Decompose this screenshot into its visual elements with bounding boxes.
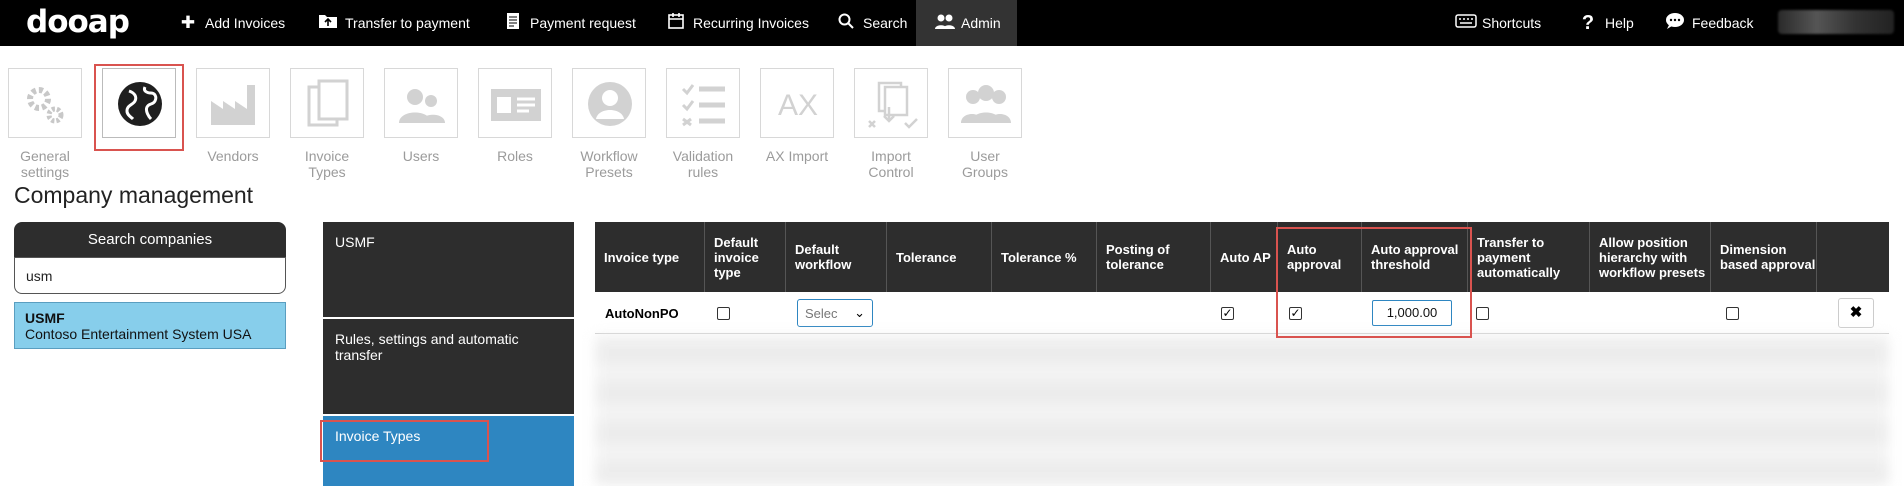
col-tolerance-pct[interactable]: Tolerance %	[992, 222, 1097, 292]
page-title: Company management	[14, 182, 254, 208]
tile-label-user-groups[interactable]: User Groups	[940, 148, 1030, 180]
tile-roles[interactable]	[478, 68, 552, 138]
user-account-blurred[interactable]	[1778, 10, 1894, 34]
tile-label-ax-import[interactable]: AX Import	[752, 148, 842, 164]
auto-ap-checkbox[interactable]: ✓	[1221, 292, 1234, 334]
tile-workflow-presets[interactable]	[572, 68, 646, 138]
highlight-invoice-types	[320, 420, 489, 462]
question-icon: ?	[1581, 11, 1595, 34]
highlight-auto-approval-columns	[1276, 227, 1472, 338]
blurred-table-rows	[595, 335, 1889, 486]
recurring-invoices-link[interactable]: Recurring Invoices	[666, 0, 809, 46]
user-group-icon	[961, 85, 1011, 123]
user-circle-icon	[588, 82, 632, 126]
dimension-based-approval-checkbox[interactable]	[1726, 292, 1739, 334]
tile-validation-rules[interactable]	[666, 68, 740, 138]
admin-link[interactable]: Admin	[916, 0, 1017, 46]
close-icon: ✖	[1838, 298, 1874, 328]
menu-item-rules-settings[interactable]: Rules, settings and automatic transfer	[323, 319, 574, 414]
default-invoice-type-checkbox[interactable]	[717, 292, 730, 334]
transfer-to-payment-checkbox[interactable]	[1476, 292, 1489, 334]
col-invoice-type[interactable]: Invoice type	[595, 222, 705, 292]
keyboard-icon	[1455, 13, 1477, 33]
tile-label-invoice-types[interactable]: Invoice Types	[282, 148, 372, 180]
tile-label-vendors[interactable]: Vendors	[188, 148, 278, 164]
gears-icon	[27, 87, 64, 124]
delete-row-button[interactable]: ✖	[1838, 292, 1874, 334]
tile-label-validation-rules[interactable]: Validation rules	[658, 148, 748, 180]
tile-vendors[interactable]	[196, 68, 270, 138]
folder-upload-icon	[318, 13, 338, 34]
document-icon	[503, 12, 523, 35]
col-allow-position-hierarchy[interactable]: Allow position hierarchy with workflow p…	[1590, 222, 1711, 292]
tile-invoice-types[interactable]	[290, 68, 364, 138]
tile-ax-import[interactable]: AX	[760, 68, 834, 138]
add-invoices-link[interactable]: ✚ Add Invoices	[178, 0, 285, 46]
feedback-link[interactable]: Feedback	[1665, 0, 1753, 46]
tile-general-settings[interactable]	[8, 68, 82, 138]
invoice-types-table-header: Invoice type Default invoice type Defaul…	[595, 222, 1889, 292]
search-icon	[836, 13, 856, 34]
search-link[interactable]: Search	[836, 0, 907, 46]
svg-text:AX: AX	[778, 89, 818, 122]
shortcuts-link[interactable]: Shortcuts	[1455, 0, 1541, 46]
id-card-icon	[491, 89, 541, 121]
tile-label-workflow-presets[interactable]: Workflow Presets	[564, 148, 654, 180]
company-list-item[interactable]: USMF Contoso Entertainment System USA	[14, 302, 286, 349]
help-link[interactable]: ? Help	[1578, 0, 1634, 46]
search-companies-header: Search companies	[14, 222, 286, 257]
top-nav-bar: dooap ✚ Add Invoices Transfer to payment…	[0, 0, 1904, 46]
default-workflow-select[interactable]: Selec ⌄	[797, 292, 873, 334]
ax-icon: AX	[778, 89, 818, 122]
tile-label-roles[interactable]: Roles	[470, 148, 560, 164]
tile-user-groups[interactable]	[948, 68, 1022, 138]
tile-label-users[interactable]: Users	[376, 148, 466, 164]
documents-icon	[307, 79, 349, 127]
company-name: Contoso Entertainment System USA	[25, 326, 252, 342]
search-companies-input[interactable]: usm	[14, 257, 286, 294]
menu-item-company[interactable]: USMF	[323, 222, 574, 317]
plus-icon: ✚	[180, 13, 196, 32]
col-tolerance[interactable]: Tolerance	[887, 222, 992, 292]
users-icon	[934, 13, 955, 34]
col-posting-of-tolerance[interactable]: Posting of tolerance	[1097, 222, 1211, 292]
table-row: AutoNonPO Selec ⌄ ✓ ✓ 1,000.00 ✖	[595, 292, 1889, 334]
import-docs-icon	[868, 81, 918, 129]
checklist-icon	[681, 84, 725, 127]
chat-bubble-icon	[1665, 12, 1685, 35]
transfer-to-payment-link[interactable]: Transfer to payment	[318, 0, 470, 46]
tile-label-import-control[interactable]: Import Control	[846, 148, 936, 180]
company-code: USMF	[25, 310, 65, 326]
col-auto-ap[interactable]: Auto AP	[1211, 222, 1278, 292]
calendar-repeat-icon	[666, 12, 686, 35]
tile-label-general-settings[interactable]: General settings	[0, 148, 90, 180]
dooap-logo[interactable]: dooap	[26, 4, 130, 40]
col-transfer-to-payment[interactable]: Transfer to payment automatically	[1468, 222, 1590, 292]
col-default-workflow[interactable]: Default workflow	[786, 222, 887, 292]
chevron-down-icon: ⌄	[854, 305, 865, 320]
tile-import-control[interactable]	[854, 68, 928, 138]
users-icon	[399, 89, 445, 123]
col-default-invoice-type[interactable]: Default invoice type	[705, 222, 786, 292]
col-dimension-based-approval[interactable]: Dimension based approval	[1711, 222, 1817, 292]
highlight-companies-tile	[94, 64, 184, 151]
cell-invoice-type: AutoNonPO	[605, 305, 679, 321]
factory-icon	[211, 85, 255, 125]
payment-request-link[interactable]: Payment request	[503, 0, 636, 46]
tile-users[interactable]	[384, 68, 458, 138]
